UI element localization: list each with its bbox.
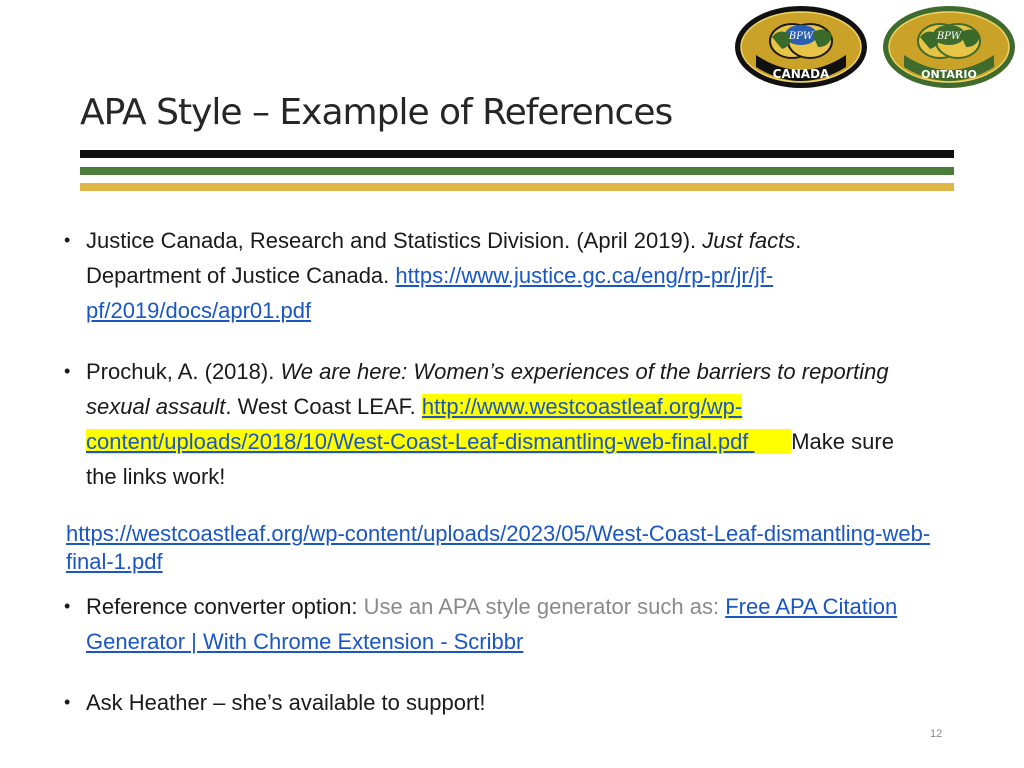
reference-author: Prochuk, A. (2018). bbox=[86, 359, 281, 384]
bpw-ontario-logo: BPW ONTARIO bbox=[883, 6, 1015, 88]
bullet-dot: • bbox=[64, 361, 71, 381]
reference-publisher: . West Coast LEAF. bbox=[225, 394, 422, 419]
svg-text:CANADA: CANADA bbox=[773, 67, 830, 81]
divider-gold bbox=[80, 183, 954, 191]
svg-text:BPW: BPW bbox=[788, 31, 814, 42]
support-item: • Ask Heather – she’s available to suppo… bbox=[62, 685, 902, 720]
converter-hint: Use an APA style generator such as: bbox=[363, 594, 726, 619]
bullet-dot: • bbox=[64, 692, 71, 712]
converter-label: Reference converter option: bbox=[86, 594, 364, 619]
reference-author: Justice Canada, Research and Statistics … bbox=[86, 228, 703, 253]
support-text: Ask Heather – she’s available to support… bbox=[86, 690, 486, 715]
bpw-canada-logo: BPW CANADA bbox=[735, 6, 867, 88]
divider-green bbox=[80, 167, 954, 175]
page-number: 12 bbox=[930, 728, 943, 740]
svg-text:BPW: BPW bbox=[936, 31, 962, 42]
reference-item-prochuk: • Prochuk, A. (2018). We are here: Women… bbox=[62, 354, 902, 494]
converter-item: • Reference converter option: Use an APA… bbox=[62, 589, 902, 659]
reference-title: Just facts bbox=[702, 228, 796, 253]
divider-black bbox=[80, 150, 954, 158]
bullet-dot: • bbox=[64, 230, 71, 250]
updated-link[interactable]: https://westcoastleaf.org/wp-content/upl… bbox=[66, 520, 946, 576]
svg-text:ONTARIO: ONTARIO bbox=[921, 68, 977, 81]
bullet-dot: • bbox=[64, 596, 71, 616]
reference-item-justice-canada: • Justice Canada, Research and Statistic… bbox=[62, 223, 902, 328]
slide-title: APA Style – Example of References bbox=[80, 92, 673, 133]
